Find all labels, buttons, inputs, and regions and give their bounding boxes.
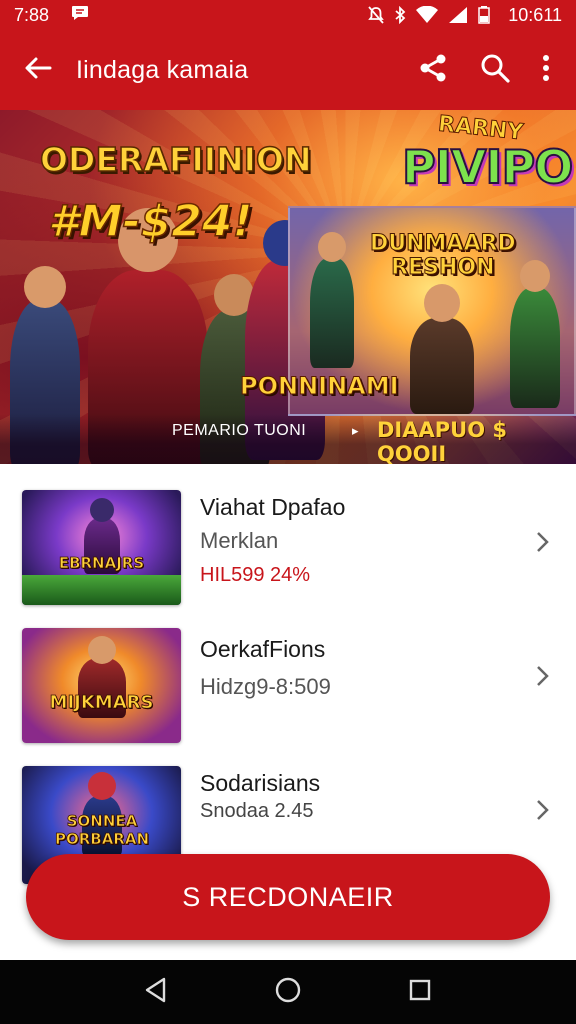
hero-caption-left: PEMARIO TUONI <box>172 422 307 439</box>
signal-icon <box>448 6 468 24</box>
item-thumbnail: EBRNAJRS <box>22 490 181 605</box>
share-button[interactable] <box>402 30 464 110</box>
hero-card-title-line2: RESHON <box>391 255 495 280</box>
back-button[interactable] <box>0 30 76 110</box>
nav-recents-icon <box>408 978 432 1007</box>
item-thumbnail-label: EBRNAJRS <box>58 554 145 573</box>
item-thumbnail-label: SONNEA PORBARAN <box>54 812 150 849</box>
search-icon <box>480 53 510 88</box>
hero-sub-logo: PONNINAMI <box>240 372 400 401</box>
chevron-right-icon <box>537 800 549 820</box>
hero-title: ODERAFIINION <box>39 139 312 180</box>
more-vert-icon <box>542 54 550 87</box>
battery-icon <box>478 6 491 24</box>
chevron-right-icon <box>537 666 549 686</box>
wifi-icon <box>416 6 439 24</box>
system-nav-bar <box>0 960 576 1024</box>
primary-cta-button[interactable]: S RECDONAEIR <box>26 854 550 940</box>
search-button[interactable] <box>464 30 526 110</box>
message-icon <box>71 5 89 26</box>
bluetooth-icon <box>394 6 406 24</box>
hero-caption-right: DIAAPUO $ QOOII <box>377 418 507 464</box>
list-item[interactable]: EBRNAJRS Viahat Dpafao Merklan HIL599 24… <box>0 464 576 605</box>
item-thumbnail: MIJKMARS <box>22 628 181 743</box>
item-subtitle: Merklan <box>200 528 279 553</box>
nav-back-icon <box>144 977 168 1008</box>
nav-back-button[interactable] <box>136 972 176 1012</box>
nav-home-button[interactable] <box>268 972 308 1012</box>
item-title: Viahat Dpafao <box>200 494 346 520</box>
item-title: OerkafFions <box>200 636 326 662</box>
hero-price: #M-$24! <box>47 195 253 248</box>
item-subtitle: Hidzg9-8:509 <box>200 674 331 699</box>
item-title: Sodarisians <box>200 770 321 796</box>
status-time-right: 10:611 <box>508 4 562 25</box>
more-options-button[interactable] <box>526 30 566 110</box>
chevron-right-icon <box>537 532 549 552</box>
page-title: Iindaga kamaia <box>76 55 249 84</box>
hero-banner[interactable]: ODERAFIINION #M-$24! RARNY PIVIPO DUNMAA… <box>0 110 576 464</box>
item-thumbnail-label: MIJKMARS <box>49 692 154 714</box>
back-arrow-icon <box>24 56 52 85</box>
app-bar: Iindaga kamaia <box>0 30 576 110</box>
nav-home-icon <box>274 976 302 1009</box>
status-bar: 7:88 10:611 <box>0 0 576 30</box>
status-time-left: 7:88 <box>14 4 50 25</box>
hero-logo: PIVIPO <box>401 139 574 195</box>
list-item[interactable]: MIJKMARS OerkafFions Hidzg9-8:509 <box>0 602 576 743</box>
hero-caption-arrow: ▸ <box>352 423 359 438</box>
hero-card-title-line1: DUNMAARD <box>370 231 517 256</box>
mute-icon <box>368 6 385 24</box>
share-icon <box>418 53 448 88</box>
item-subtitle: Snodaa 2.45 <box>200 800 314 822</box>
nav-recents-button[interactable] <box>400 972 440 1012</box>
hero-card-title: DUNMAARD RESHON <box>370 231 517 280</box>
item-price: HIL599 24% <box>200 564 311 586</box>
